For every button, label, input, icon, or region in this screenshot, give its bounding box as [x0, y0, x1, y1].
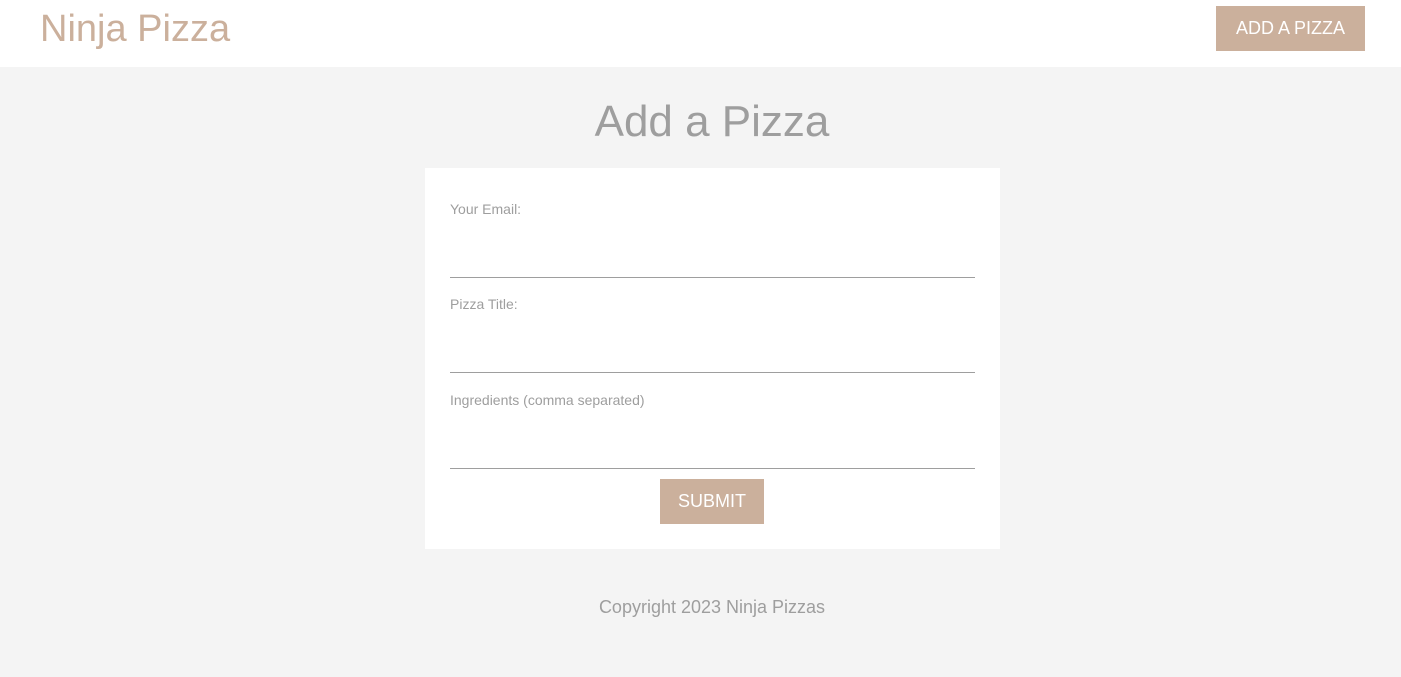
ingredients-label: Ingredients (comma separated) — [450, 392, 645, 408]
footer-copyright: Copyright 2023 Ninja Pizzas — [598, 597, 826, 617]
pizza-title-label: Pizza Title: — [450, 296, 518, 312]
email-field[interactable] — [450, 237, 975, 278]
brand-logo-link[interactable]: Ninja Pizza — [40, 6, 230, 52]
ingredients-field[interactable] — [450, 428, 975, 469]
pizza-title-field[interactable] — [450, 332, 975, 373]
add-pizza-form: Your Email: Pizza Title: Ingredients (co… — [425, 168, 1000, 549]
top-navbar: Ninja Pizza ADD A PIZZA — [0, 0, 1401, 67]
page-title: Add a Pizza — [594, 97, 830, 146]
submit-button[interactable]: SUBMIT — [660, 479, 764, 524]
add-a-pizza-button[interactable]: ADD A PIZZA — [1216, 6, 1365, 51]
email-label: Your Email: — [450, 201, 522, 217]
